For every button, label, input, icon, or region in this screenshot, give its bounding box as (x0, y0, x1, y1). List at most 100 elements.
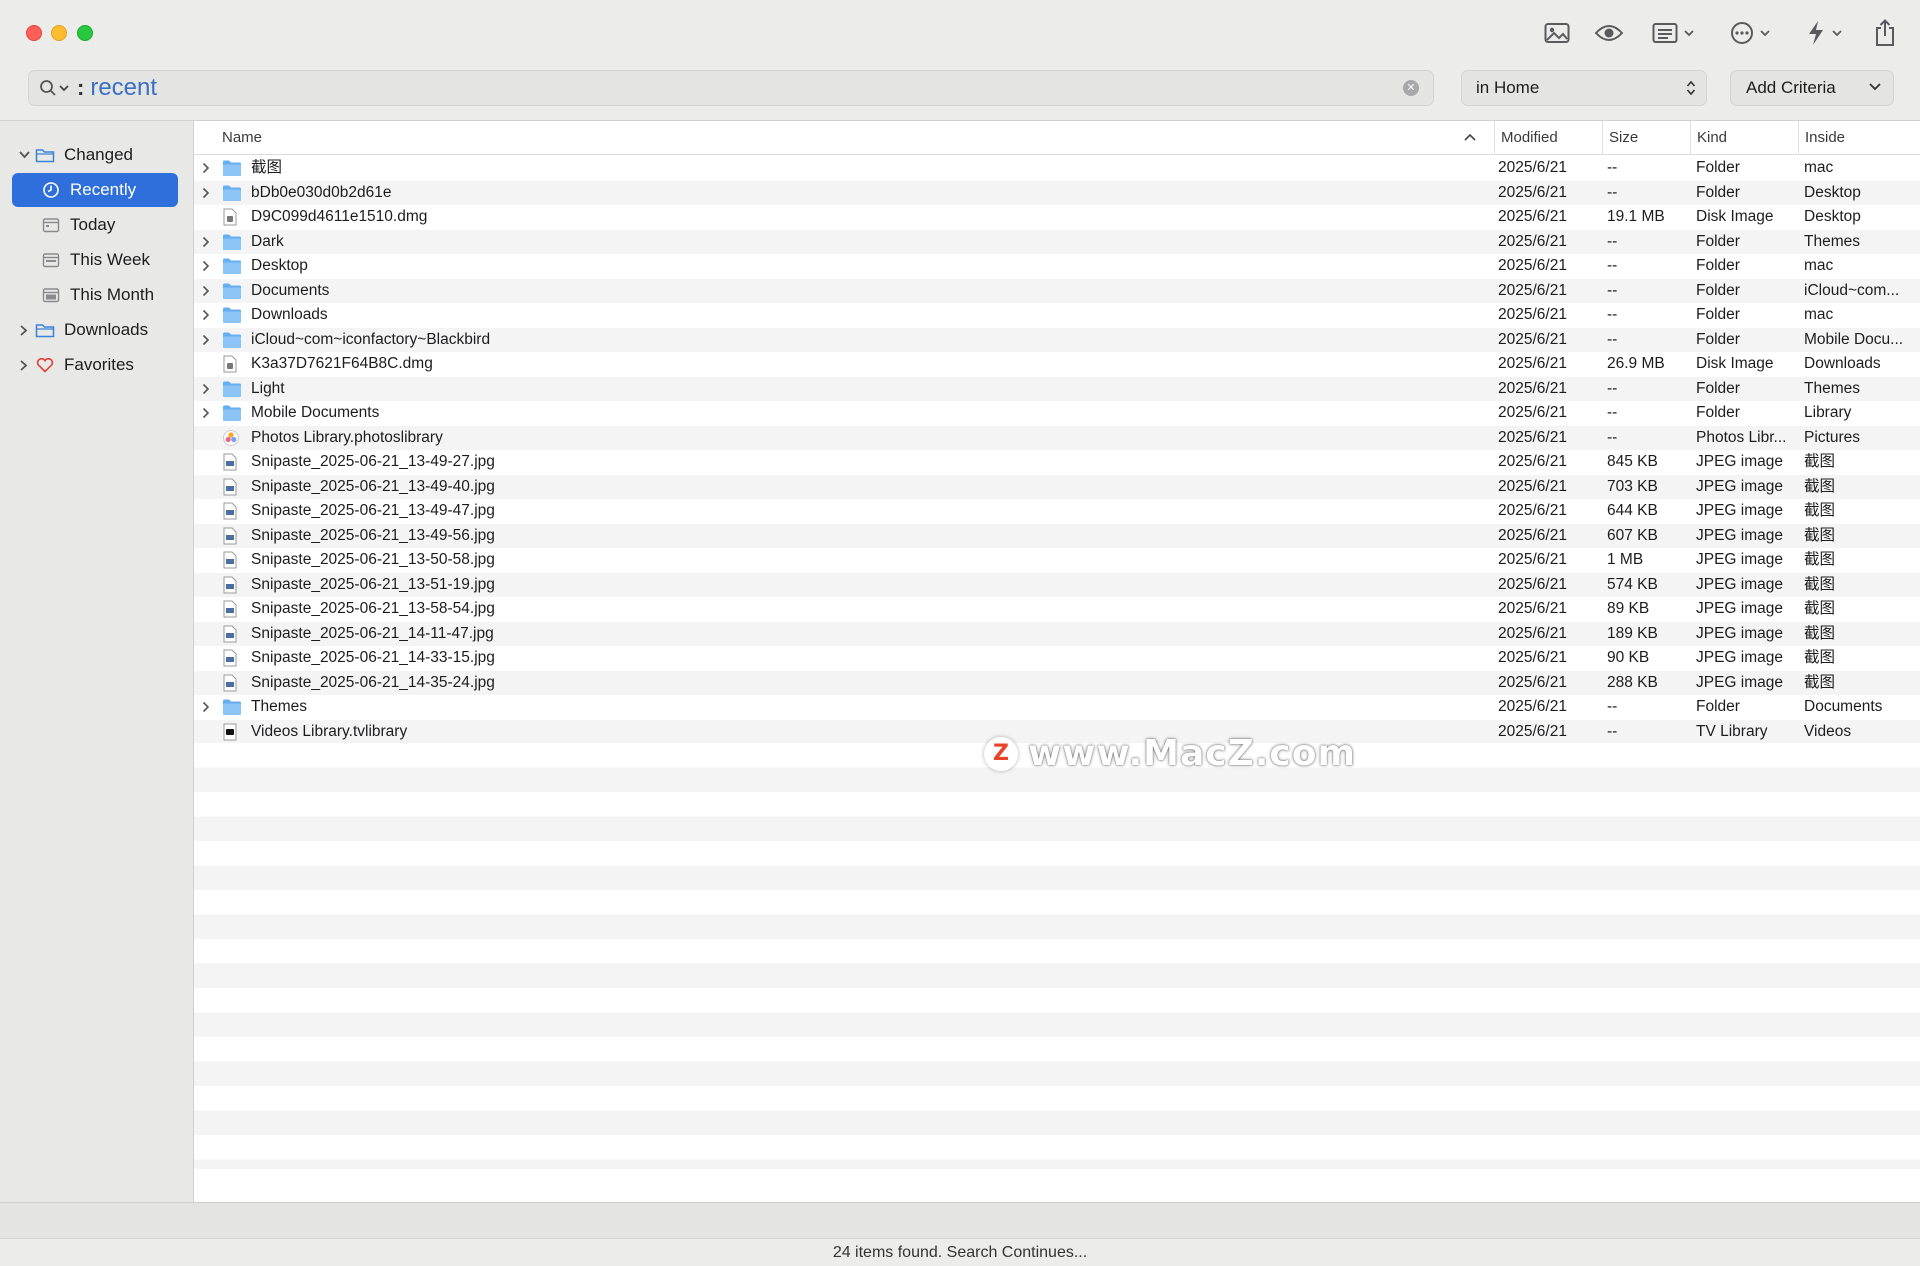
calendar-icon (40, 252, 62, 268)
chevron-right-icon[interactable] (14, 324, 34, 336)
cell-size: 19.1 MB (1607, 208, 1665, 225)
sidebar-item-changed[interactable]: Changed (12, 138, 178, 172)
table-row[interactable]: Themes 2025/6/21 -- Folder Documents (194, 695, 1920, 720)
column-header-modified[interactable]: Modified (1494, 121, 1602, 155)
sidebar-item-downloads[interactable]: Downloads (12, 313, 178, 347)
table-row[interactable]: Snipaste_2025-06-21_14-35-24.jpg 2025/6/2… (194, 670, 1920, 695)
cell-modified: 2025/6/21 (1498, 600, 1567, 617)
table-row[interactable]: Snipaste_2025-06-21_13-49-47.jpg 2025/6/2… (194, 499, 1920, 524)
cell-inside: 截图 (1804, 649, 1836, 666)
chevron-right-icon[interactable] (14, 359, 34, 371)
list-view-icon[interactable] (1652, 18, 1694, 48)
table-row[interactable]: Dark 2025/6/21 -- Folder Themes (194, 229, 1920, 254)
chevron-down-icon (1869, 83, 1881, 91)
table-row[interactable]: K3a37D7621F64B8C.dmg 2025/6/21 26.9 MB Disk… (194, 352, 1920, 377)
cell-kind: JPEG image (1696, 575, 1784, 593)
sidebar-item-recently[interactable]: Recently (12, 173, 178, 207)
table-row[interactable]: Snipaste_2025-06-21_14-11-47.jpg 2025/6/2… (194, 621, 1920, 646)
chevron-right-icon[interactable] (202, 260, 210, 272)
cell-modified: 2025/6/21 (1498, 575, 1567, 593)
column-header-size[interactable]: Size (1602, 121, 1690, 155)
cell-inside: Themes (1804, 232, 1860, 250)
sidebar-item-favorites[interactable]: Favorites (12, 348, 178, 382)
minimize-window-button[interactable] (51, 25, 67, 41)
close-window-button[interactable] (26, 25, 42, 41)
chevron-right-icon[interactable] (202, 701, 210, 713)
column-header-inside[interactable]: Inside (1798, 121, 1920, 155)
table-row[interactable]: Desktop 2025/6/21 -- Folder mac (194, 254, 1920, 279)
table-row[interactable]: 截图 2025/6/21 -- Folder mac (194, 156, 1920, 181)
cell-name: Mobile Documents (251, 404, 380, 421)
cell-kind: Folder (1696, 183, 1740, 201)
scope-select[interactable]: in Home (1461, 70, 1707, 106)
watermark-text: www.MacZ.com (1028, 733, 1356, 774)
cell-modified: 2025/6/21 (1498, 330, 1567, 348)
results-table: Name Modified Size Kind Inside 截图 2025/6/… (193, 120, 1920, 1202)
column-header-kind[interactable]: Kind (1690, 121, 1798, 155)
cell-inside: Videos (1804, 722, 1852, 740)
chevron-right-icon[interactable] (202, 187, 210, 199)
chevron-right-icon[interactable] (202, 162, 210, 174)
image-icon[interactable] (1544, 18, 1570, 48)
table-row[interactable]: Snipaste_2025-06-21_13-49-40.jpg 2025/6/2… (194, 474, 1920, 499)
chevron-right-icon[interactable] (202, 383, 210, 395)
table-row[interactable]: Downloads 2025/6/21 -- Folder mac (194, 303, 1920, 328)
search-query[interactable]: recent (90, 74, 157, 102)
table-row[interactable]: Snipaste_2025-06-21_13-51-19.jpg 2025/6/2… (194, 572, 1920, 597)
chevron-right-icon[interactable] (202, 285, 210, 297)
cell-name: Snipaste_2025-06-21_13-49-40.jpg (251, 477, 495, 495)
chevron-down-icon[interactable] (59, 84, 69, 92)
column-header-name[interactable]: Name (216, 121, 1486, 155)
cell-size: -- (1607, 698, 1618, 715)
chevron-right-icon[interactable] (202, 309, 210, 321)
sidebar-item-label: This Week (70, 250, 150, 269)
cell-kind: JPEG image (1696, 673, 1784, 691)
watermark-logo: Z (984, 736, 1018, 771)
table-row[interactable]: Snipaste_2025-06-21_13-49-27.jpg 2025/6/2… (194, 450, 1920, 475)
cell-inside: mac (1804, 306, 1834, 323)
sidebar-item-today[interactable]: Today (12, 208, 178, 242)
table-row[interactable]: iCloud~com~iconfactory~Blackbird 2025/6/2… (194, 327, 1920, 352)
eye-icon[interactable] (1594, 18, 1624, 48)
search-field[interactable]: : recent ✕ (28, 70, 1434, 106)
share-icon[interactable] (1874, 18, 1896, 48)
cell-inside: Library (1804, 404, 1852, 421)
cell-inside: Pictures (1804, 428, 1860, 446)
table-row[interactable]: Snipaste_2025-06-21_14-33-15.jpg 2025/6/2… (194, 646, 1920, 671)
cell-inside: 截图 (1804, 526, 1836, 544)
folder-icon (222, 380, 242, 403)
chevron-down-icon[interactable] (14, 151, 34, 159)
table-row[interactable]: Photos Library.photoslibrary 2025/6/21 -- P… (194, 425, 1920, 450)
cell-size: 845 KB (1607, 453, 1658, 470)
table-row[interactable]: Snipaste_2025-06-21_13-50-58.jpg 2025/6/2… (194, 548, 1920, 573)
table-row[interactable]: Snipaste_2025-06-21_13-49-56.jpg 2025/6/2… (194, 523, 1920, 548)
table-row[interactable]: Mobile Documents 2025/6/21 -- Folder Library (194, 401, 1920, 426)
table-row[interactable]: Snipaste_2025-06-21_13-58-54.jpg 2025/6/2… (194, 597, 1920, 622)
cell-size: -- (1607, 330, 1618, 348)
table-row[interactable]: bDb0e030d0b2d61e 2025/6/21 -- Folder Desktop (194, 180, 1920, 205)
sidebar-item-this-week[interactable]: This Week (12, 243, 178, 277)
more-icon[interactable] (1730, 18, 1770, 48)
chevron-right-icon[interactable] (202, 407, 210, 419)
chevron-right-icon[interactable] (202, 236, 210, 248)
bolt-icon[interactable] (1806, 18, 1842, 48)
sidebar-item-label: Changed (64, 145, 134, 164)
chevron-down-icon (1832, 29, 1842, 36)
cell-size: -- (1607, 257, 1618, 274)
cell-name: Snipaste_2025-06-21_14-11-47.jpg (251, 624, 494, 642)
cell-modified: 2025/6/21 (1498, 379, 1567, 397)
clear-search-icon[interactable]: ✕ (1403, 80, 1419, 96)
cell-kind: JPEG image (1696, 600, 1784, 617)
sidebar-item-this-month[interactable]: This Month (12, 278, 178, 312)
table-row[interactable]: Documents 2025/6/21 -- Folder iCloud~com... (194, 278, 1920, 303)
cell-inside: 截图 (1804, 673, 1836, 691)
horizontal-scrollbar[interactable] (0, 1202, 1920, 1238)
cell-inside: Desktop (1804, 208, 1861, 225)
zoom-window-button[interactable] (77, 25, 93, 41)
sort-ascending-icon[interactable] (1464, 133, 1476, 141)
chevron-right-icon[interactable] (202, 334, 210, 346)
add-criteria-button[interactable]: Add Criteria (1730, 70, 1894, 106)
cell-kind: Folder (1696, 281, 1740, 299)
table-row[interactable]: D9C099d4611e1510.dmg 2025/6/21 19.1 MB Disk… (194, 205, 1920, 230)
table-row[interactable]: Light 2025/6/21 -- Folder Themes (194, 376, 1920, 403)
